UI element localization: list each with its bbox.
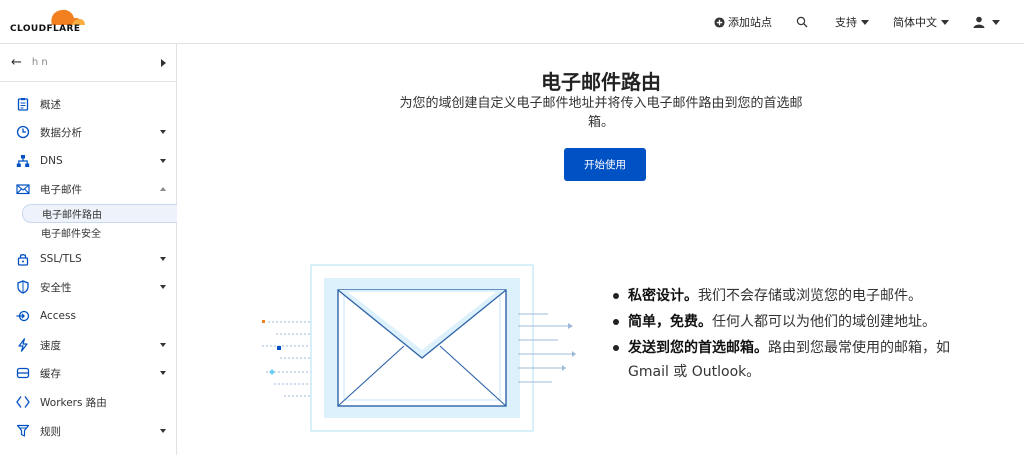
feature-item: 简单，免费。任何人都可以为他们的域创建地址。 xyxy=(610,310,950,334)
sidebar-item-label: 安全性 xyxy=(40,281,72,294)
sidebar-item-speed[interactable]: 速度 xyxy=(0,331,176,359)
top-bar: CLOUDFLARE 添加站点 支持 简体中文 xyxy=(0,0,1024,44)
chevron-down-icon xyxy=(160,285,166,289)
clipboard-icon xyxy=(17,98,29,111)
support-label: 支持 xyxy=(835,16,857,29)
page-title: 电子邮件路由 xyxy=(541,70,661,94)
sidebar-item-label: 缓存 xyxy=(40,367,61,380)
chevron-down-icon xyxy=(160,257,166,261)
back-arrow-icon[interactable]: ← xyxy=(11,55,22,70)
chevron-down-icon xyxy=(992,19,1000,25)
lightning-icon xyxy=(18,338,28,352)
sidebar-item-caching[interactable]: 缓存 xyxy=(0,359,176,387)
sidebar-item-label: DNS xyxy=(40,155,63,167)
chevron-down-icon xyxy=(941,19,949,25)
clock-chart-icon xyxy=(16,125,30,139)
search-button[interactable] xyxy=(796,16,811,28)
chevron-down-icon xyxy=(160,343,166,347)
plus-circle-icon xyxy=(714,16,725,28)
get-started-button[interactable]: 开始使用 xyxy=(564,148,646,181)
site-selector[interactable]: ← h n xyxy=(0,44,176,82)
feature-title: 私密设计。 xyxy=(628,288,698,304)
feature-text: 任何人都可以为他们的域创建地址。 xyxy=(712,314,936,330)
feature-title: 简单，免费。 xyxy=(628,314,712,330)
chevron-down-icon xyxy=(160,371,166,375)
brand-name: CLOUDFLARE xyxy=(10,24,81,34)
lock-icon xyxy=(17,254,29,266)
sidebar-item-access[interactable]: Access xyxy=(0,302,176,330)
dot-cyan xyxy=(269,369,275,375)
sidebar-subitem-email-routing[interactable]: 电子邮件路由 xyxy=(22,204,177,223)
page-description: 为您的域创建自定义电子邮件地址并将传入电子邮件路由到您的首选邮箱。 xyxy=(399,96,803,130)
feature-title: 发送到您的首选邮箱。 xyxy=(628,340,768,356)
user-icon xyxy=(973,16,985,28)
access-icon xyxy=(16,310,30,322)
feature-item: 私密设计。我们不会存储或浏览您的电子邮件。 xyxy=(610,284,950,308)
funnel-icon xyxy=(16,424,30,437)
sidebar-subitem-label: 电子邮件安全 xyxy=(41,229,101,240)
sidebar-item-label: 速度 xyxy=(40,339,61,352)
sidebar-item-email[interactable]: 电子邮件 xyxy=(0,175,176,203)
sidebar-item-ssl-tls[interactable]: SSL/TLS xyxy=(0,245,176,273)
sidebar-item-rules[interactable]: 规则 xyxy=(0,417,176,445)
chevron-down-icon xyxy=(160,429,166,433)
add-site-label: 添加站点 xyxy=(728,16,772,29)
cloudflare-logo[interactable]: CLOUDFLARE xyxy=(10,6,90,38)
main-content: 电子邮件路由 为您的域创建自定义电子邮件地址并将传入电子邮件路由到您的首选邮箱。… xyxy=(178,44,1024,455)
sidebar-item-label: SSL/TLS xyxy=(40,253,82,265)
dot-blue xyxy=(277,346,281,350)
chevron-right-icon xyxy=(161,59,166,67)
sidebar-item-label: 电子邮件 xyxy=(40,183,82,196)
sidebar-item-label: Workers 路由 xyxy=(40,396,107,409)
shield-icon xyxy=(17,280,29,294)
envelope-icon xyxy=(16,184,30,195)
add-site-button[interactable]: 添加站点 xyxy=(714,14,772,30)
user-menu[interactable] xyxy=(973,16,1000,28)
chevron-down-icon xyxy=(861,19,869,25)
database-icon xyxy=(16,367,30,379)
top-actions: 添加站点 支持 简体中文 xyxy=(690,0,1000,44)
sidebar-item-analytics[interactable]: 数据分析 xyxy=(0,118,176,146)
sidebar: ← h n 概述 数据分析 DNS 电子邮件 电子邮件路由 电子邮件安全 SSL… xyxy=(0,44,177,455)
sidebar-item-workers-routes[interactable]: Workers 路由 xyxy=(0,388,176,416)
dot-orange xyxy=(262,320,265,323)
language-menu[interactable]: 简体中文 xyxy=(893,14,949,30)
feature-item: 发送到您的首选邮箱。路由到您最常使用的邮箱，如 Gmail 或 Outlook。 xyxy=(610,336,950,384)
sidebar-item-label: 概述 xyxy=(40,98,61,111)
chevron-down-icon xyxy=(160,130,166,134)
sidebar-item-dns[interactable]: DNS xyxy=(0,147,176,175)
sidebar-item-security[interactable]: 安全性 xyxy=(0,273,176,301)
support-menu[interactable]: 支持 xyxy=(835,14,869,30)
feature-list: 私密设计。我们不会存储或浏览您的电子邮件。 简单，免费。任何人都可以为他们的域创… xyxy=(610,284,950,386)
workers-icon xyxy=(16,396,30,408)
chevron-down-icon xyxy=(160,159,166,163)
network-icon xyxy=(16,155,30,167)
feature-text: 我们不会存储或浏览您的电子邮件。 xyxy=(698,288,922,304)
site-name: h n xyxy=(31,57,48,68)
sidebar-item-label: 规则 xyxy=(40,425,61,438)
cloud-icon xyxy=(51,9,85,25)
email-envelope-illustration xyxy=(262,264,576,432)
sidebar-subitem-email-security[interactable]: 电子邮件安全 xyxy=(22,223,177,242)
search-icon xyxy=(796,16,808,28)
sidebar-item-overview[interactable]: 概述 xyxy=(0,90,176,118)
sidebar-item-label: 数据分析 xyxy=(40,126,82,139)
chevron-up-icon xyxy=(160,187,166,191)
sidebar-subitem-label: 电子邮件路由 xyxy=(42,210,102,221)
sidebar-item-label: Access xyxy=(40,310,76,322)
language-label: 简体中文 xyxy=(893,16,937,29)
